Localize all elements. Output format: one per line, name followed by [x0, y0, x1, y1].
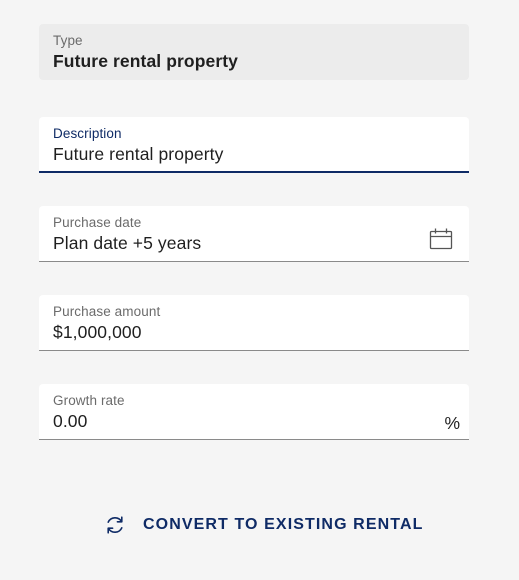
purchase-amount-label: Purchase amount [53, 304, 161, 319]
growth-rate-input[interactable]: 0.00 [53, 411, 87, 432]
percent-suffix: % [444, 413, 460, 433]
property-form: Type Future rental property Description … [0, 0, 519, 580]
convert-to-existing-rental-button[interactable]: CONVERT TO EXISTING RENTAL [100, 508, 423, 542]
description-input[interactable]: Future rental property [53, 144, 223, 165]
type-value: Future rental property [53, 51, 239, 71]
growth-rate-label: Growth rate [53, 393, 125, 408]
type-field: Type Future rental property [39, 24, 469, 80]
purchase-date-field[interactable]: Purchase date Plan date +5 years [39, 206, 469, 262]
purchase-amount-input[interactable]: $1,000,000 [53, 322, 142, 343]
sync-icon [107, 516, 123, 534]
growth-rate-field[interactable]: Growth rate 0.00 % [39, 384, 469, 440]
convert-button-label: CONVERT TO EXISTING RENTAL [143, 516, 424, 533]
calendar-icon[interactable] [429, 228, 453, 250]
description-label: Description [53, 126, 122, 141]
purchase-date-label: Purchase date [53, 215, 142, 230]
purchase-date-input[interactable]: Plan date +5 years [53, 233, 201, 254]
purchase-amount-field[interactable]: Purchase amount $1,000,000 [39, 295, 469, 351]
type-label: Type [53, 33, 83, 48]
description-field[interactable]: Description Future rental property [39, 117, 469, 173]
